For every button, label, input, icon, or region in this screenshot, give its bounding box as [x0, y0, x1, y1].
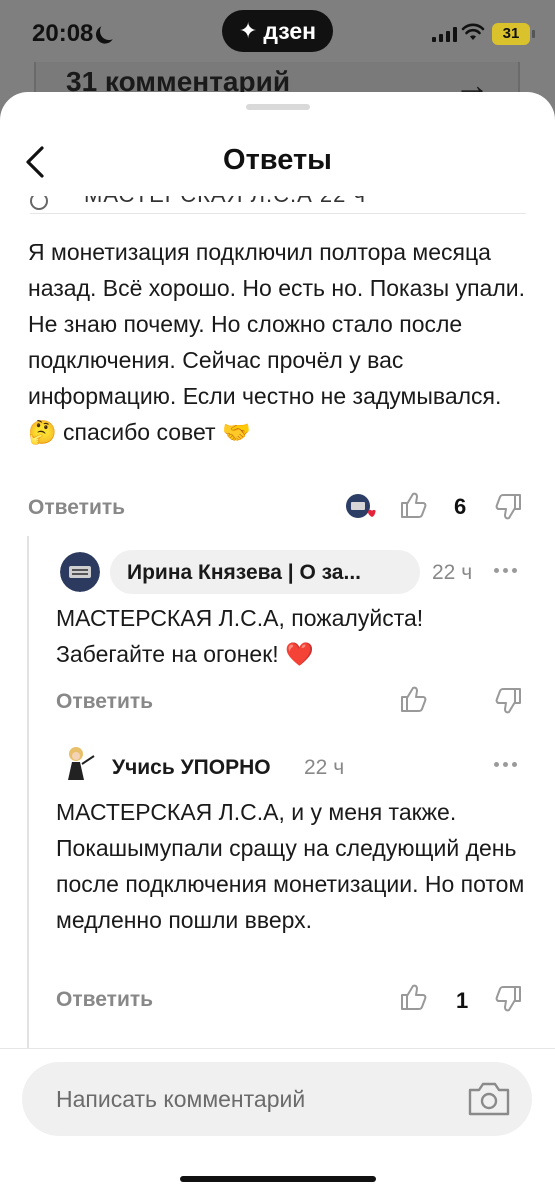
avatar: [30, 196, 48, 210]
composer-divider: [0, 1048, 555, 1049]
avatar[interactable]: [60, 552, 100, 592]
reply-button[interactable]: Ответить: [56, 690, 153, 714]
more-options-icon[interactable]: [494, 762, 520, 770]
dislike-button[interactable]: [494, 984, 524, 1014]
dzen-pill[interactable]: ✦ дзен: [222, 10, 333, 52]
status-time: 20:08: [32, 20, 94, 47]
dislike-button[interactable]: [494, 686, 524, 716]
dzen-logo-icon: ✦: [238, 18, 258, 43]
comment-composer[interactable]: [22, 1062, 532, 1136]
parent-author-name[interactable]: МАСТЕРСКАЯ Л.С.А 22 ч: [84, 196, 366, 208]
reply-text: МАСТЕРСКАЯ Л.С.А, и у меня также. Покашы…: [56, 799, 525, 933]
reply-author-name[interactable]: Учись УПОРНО: [112, 756, 271, 780]
comment-input[interactable]: [56, 1062, 456, 1136]
camera-icon[interactable]: [466, 1080, 512, 1118]
parent-like-button[interactable]: [398, 490, 428, 520]
replies-sheet: Ответы МАСТЕРСКАЯ Л.С.А 22 ч Я монетизац…: [0, 92, 555, 1200]
like-button[interactable]: [398, 982, 428, 1012]
reply-button[interactable]: Ответить: [56, 988, 153, 1012]
home-indicator: [180, 1176, 376, 1182]
parent-like-count: 6: [454, 494, 467, 519]
signal-icon: [432, 26, 457, 42]
battery-icon: 31: [492, 23, 535, 45]
parent-comment-header: МАСТЕРСКАЯ Л.С.А 22 ч: [30, 196, 526, 214]
sheet-title: Ответы: [223, 144, 332, 176]
more-options-icon[interactable]: [494, 568, 520, 576]
wifi-icon: [461, 23, 485, 40]
parent-dislike-button[interactable]: [494, 492, 524, 522]
like-button[interactable]: [398, 684, 428, 714]
parent-comment-text: Я монетизация подключил полтора месяца н…: [28, 239, 525, 445]
moon-icon: [97, 19, 120, 42]
avatar[interactable]: [56, 742, 96, 782]
reply-author-name[interactable]: Ирина Князева | О за...: [127, 561, 361, 585]
parent-reply-button[interactable]: Ответить: [28, 496, 125, 520]
reply-text: МАСТЕРСКАЯ Л.С.А, пожалуйста! Забегайте …: [56, 605, 424, 667]
status-bar: 20:08 ✦ дзен 31: [0, 0, 555, 70]
dzen-brand-label: дзен: [263, 17, 317, 44]
author-liked-badge-icon: [346, 494, 376, 518]
reply-time: 22 ч: [304, 756, 345, 779]
thread-line: [27, 536, 29, 1048]
like-count: 1: [456, 988, 469, 1013]
sheet-grabber[interactable]: [246, 104, 310, 110]
reply-time: 22 ч: [432, 561, 473, 584]
